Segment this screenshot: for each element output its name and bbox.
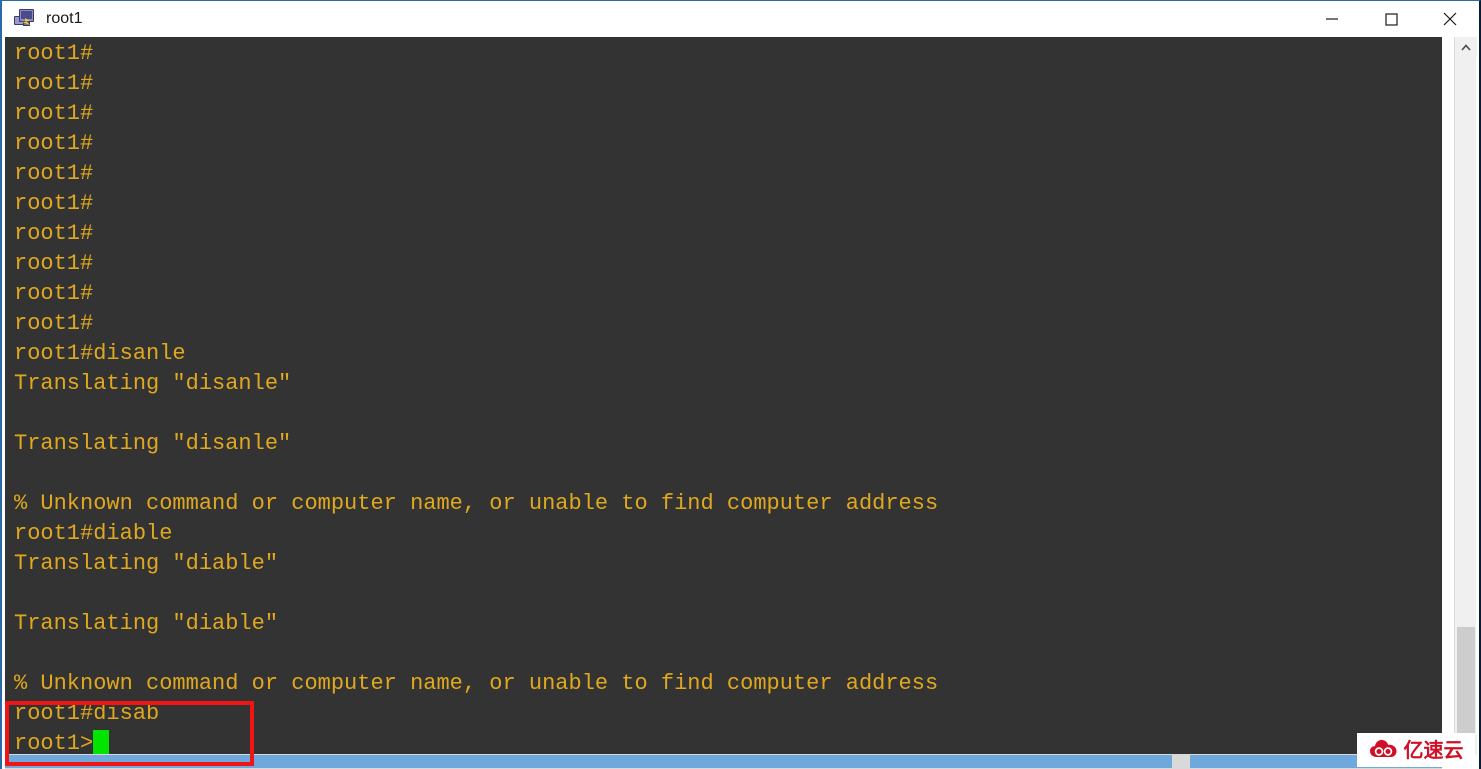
terminal-line: % Unknown command or computer name, or u… xyxy=(14,491,939,516)
scroll-up-button[interactable] xyxy=(1455,37,1477,57)
watermark: 亿速云 xyxy=(1357,733,1475,767)
horizontal-scrollbar[interactable] xyxy=(5,754,1442,769)
terminal-line: root1# xyxy=(14,131,94,156)
terminal-text: root1# root1# root1# root1# root1# root1# root… xyxy=(14,39,938,755)
terminal-line: root1# xyxy=(14,221,94,246)
cloud-logo-icon xyxy=(1369,739,1396,757)
remote-desktop-icon xyxy=(14,9,36,29)
maximize-button[interactable] xyxy=(1361,1,1420,37)
title-bar-left: root1 xyxy=(2,1,1302,37)
terminal-line: Translating "diable" xyxy=(14,551,279,576)
minimize-icon xyxy=(1325,18,1338,20)
maximize-icon xyxy=(1384,13,1398,26)
terminal-line: root1# xyxy=(14,251,94,276)
vertical-scrollbar-thumb[interactable] xyxy=(1457,627,1475,747)
application-window: root1 root1# root1# root1# root1# root1#… xyxy=(0,0,1481,769)
terminal-line: Translating "diable" xyxy=(14,611,279,636)
terminal-line: % Unknown command or computer name, or u… xyxy=(14,671,939,696)
terminal-line: root1#disab xyxy=(14,701,160,726)
terminal-line: root1# xyxy=(14,191,94,216)
terminal-line: root1#diable xyxy=(14,521,173,546)
terminal-line: root1# xyxy=(14,101,94,126)
title-bar[interactable]: root1 xyxy=(2,1,1479,37)
terminal-line: root1#disanle xyxy=(14,341,186,366)
terminal-line: root1# xyxy=(14,41,94,66)
terminal-line: root1# xyxy=(14,161,94,186)
minimize-button[interactable] xyxy=(1302,1,1361,37)
terminal-cursor xyxy=(93,730,110,754)
watermark-text: 亿速云 xyxy=(1403,738,1464,762)
terminal-output-area[interactable]: root1# root1# root1# root1# root1# root1# root… xyxy=(5,37,1442,755)
vertical-scrollbar[interactable] xyxy=(1454,37,1477,755)
chevron-up-icon xyxy=(1461,43,1471,51)
terminal-line: Translating "disanle" xyxy=(14,431,292,456)
terminal-line: root1# xyxy=(14,281,94,306)
close-button[interactable] xyxy=(1420,1,1479,37)
window-title: root1 xyxy=(46,10,83,27)
window-controls xyxy=(1302,1,1479,37)
horizontal-scrollbar-thumb[interactable] xyxy=(5,755,1172,768)
close-icon xyxy=(1443,12,1456,26)
terminal-line: Translating "disanle" xyxy=(14,371,292,396)
terminal-line: root1# xyxy=(14,71,94,96)
terminal-line: root1> xyxy=(14,729,938,755)
terminal-line: root1# xyxy=(14,311,94,336)
